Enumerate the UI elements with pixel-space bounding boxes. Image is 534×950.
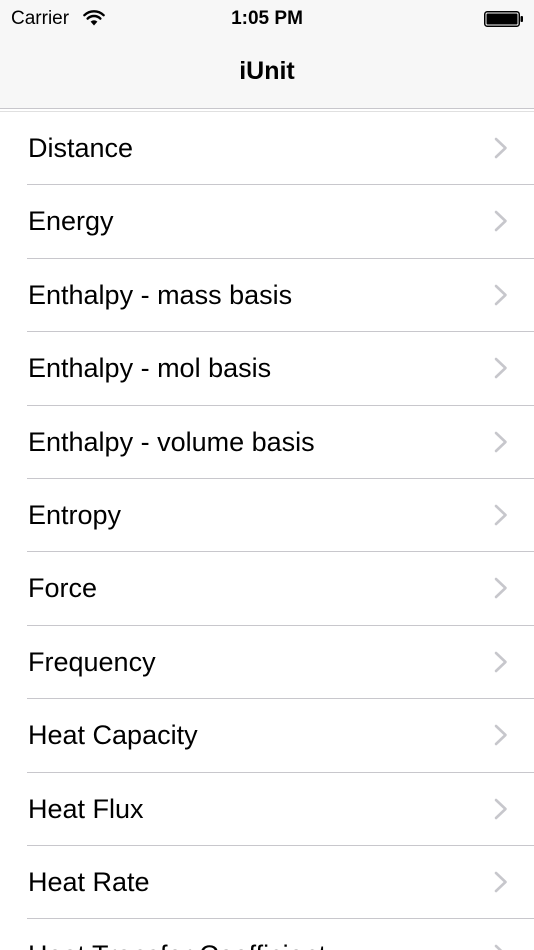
list-item-label: Force bbox=[28, 573, 98, 604]
chevron-right-icon bbox=[494, 578, 507, 599]
list-item-label: Heat Transfer Coefficient bbox=[28, 940, 326, 950]
list-item-label: Heat Capacity bbox=[28, 720, 198, 751]
list-item[interactable]: Distance bbox=[0, 112, 534, 186]
list-item-label: Enthalpy - mass basis bbox=[28, 279, 293, 310]
list-item[interactable]: Heat Capacity bbox=[0, 699, 534, 773]
chevron-right-icon bbox=[494, 357, 507, 379]
chevron-right-icon bbox=[494, 724, 507, 746]
chevron-right-icon bbox=[494, 798, 507, 819]
list-item[interactable]: Enthalpy - mass basis bbox=[0, 259, 534, 333]
chevron-right-icon bbox=[494, 504, 507, 526]
battery-icon bbox=[484, 11, 523, 27]
page-title: iUnit bbox=[239, 57, 295, 85]
list-item[interactable]: Enthalpy - mol basis bbox=[0, 332, 534, 406]
navigation-bar: iUnit bbox=[0, 40, 534, 109]
list-item-label: Frequency bbox=[28, 646, 156, 677]
list-item-label: Heat Flux bbox=[28, 793, 144, 824]
list-item[interactable]: Heat Rate bbox=[0, 846, 534, 920]
list-item-label: Energy bbox=[28, 206, 114, 237]
list-item-label: Enthalpy - mol basis bbox=[28, 353, 272, 384]
list-item[interactable]: Heat Flux bbox=[0, 773, 534, 847]
list-item-label: Entropy bbox=[28, 499, 122, 530]
list-item-label: Distance bbox=[28, 133, 134, 163]
chevron-right-icon bbox=[494, 431, 507, 452]
chevron-right-icon bbox=[494, 284, 507, 306]
list-item-label: Enthalpy - volume basis bbox=[28, 426, 315, 457]
list-item[interactable]: Energy bbox=[0, 185, 534, 260]
list-item[interactable]: Force bbox=[0, 552, 534, 627]
chevron-right-icon bbox=[494, 137, 507, 159]
chevron-right-icon bbox=[494, 944, 502, 950]
chevron-right-icon bbox=[494, 651, 507, 673]
status-time: 1:05 PM bbox=[231, 8, 303, 29]
list-item-label: Heat Rate bbox=[28, 866, 150, 897]
chevron-right-icon bbox=[494, 211, 507, 232]
status-bar: Carrier 1:05 PM bbox=[0, 0, 534, 40]
list-item[interactable]: Enthalpy - volume basis bbox=[0, 406, 534, 480]
list-item[interactable]: Entropy bbox=[0, 479, 534, 553]
list-item[interactable]: Heat Transfer Coefficient bbox=[0, 919, 534, 950]
chevron-right-icon bbox=[494, 871, 507, 893]
screen: Carrier 1:05 PM iUnit Distance Energy Enth… bbox=[0, 0, 534, 950]
list-item[interactable]: Frequency bbox=[0, 626, 534, 700]
unit-category-list[interactable]: Distance Energy Enthalpy - mass basis Entha… bbox=[0, 111, 534, 950]
